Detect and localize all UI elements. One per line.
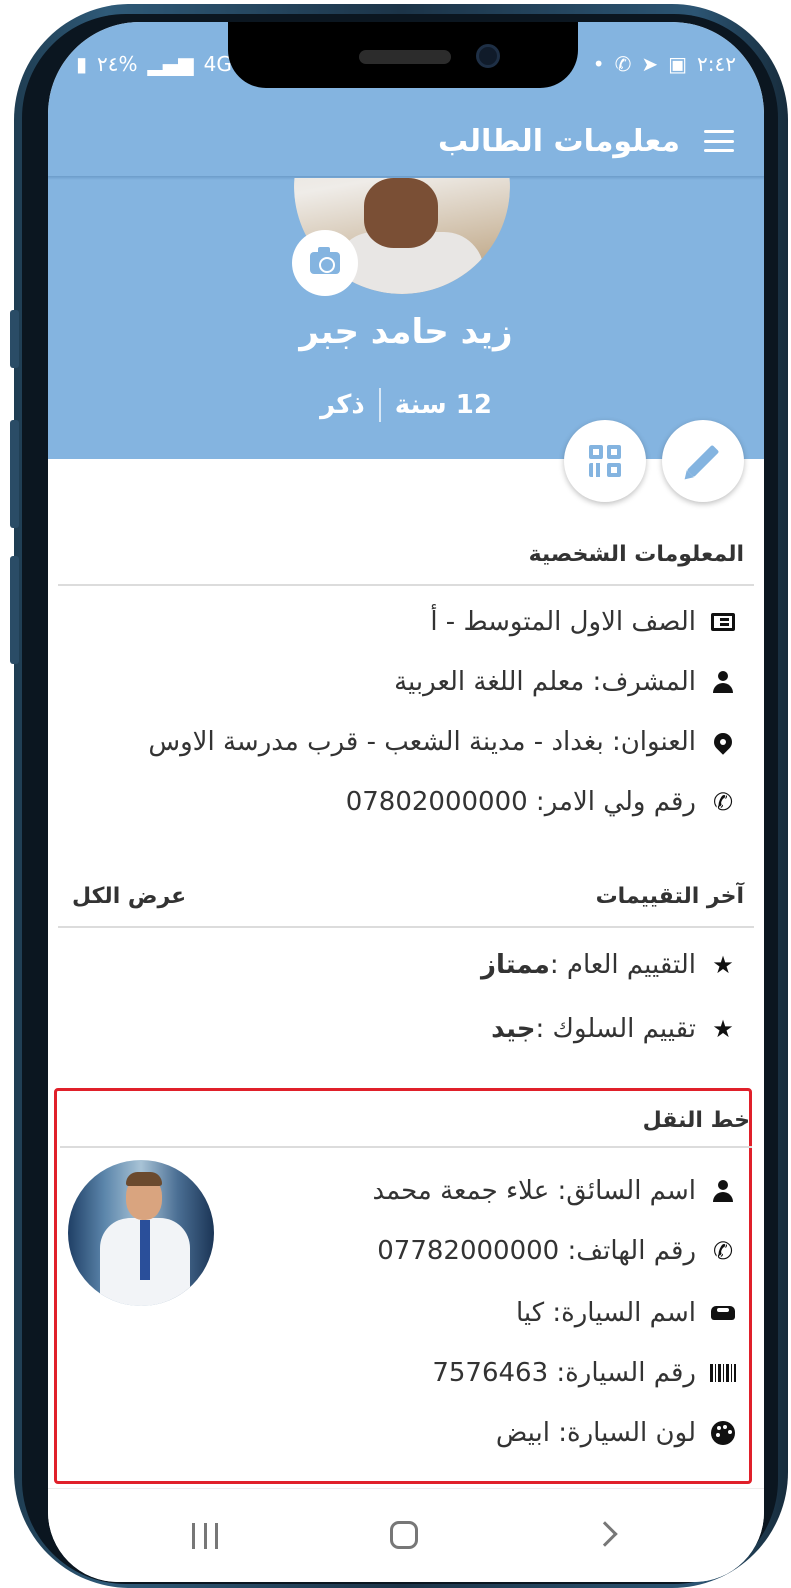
behavior-rating-row: ★ تقييم السلوك : جيد — [491, 1014, 736, 1044]
student-gender: ذكر — [320, 390, 365, 420]
qr-code-icon — [589, 445, 621, 477]
meta-divider — [378, 388, 381, 422]
barcode-icon — [710, 1360, 736, 1386]
star-icon: ★ — [712, 951, 734, 979]
supervisor-text: المشرف: معلم اللغة العربية — [394, 667, 696, 697]
notification-dot-icon: • — [592, 52, 605, 76]
general-rating-label: التقييم العام : — [549, 950, 696, 980]
app-bar: معلومات الطالب — [48, 104, 764, 178]
behavior-rating-label: تقييم السلوك : — [535, 1014, 696, 1044]
back-button[interactable] — [592, 1521, 618, 1547]
driver-name-text: اسم السائق: علاء جمعة محمد — [372, 1176, 696, 1206]
phone-icon: ✆ — [712, 1237, 734, 1265]
transport-divider — [60, 1146, 752, 1148]
driver-name-row: اسم السائق: علاء جمعة محمد — [372, 1176, 736, 1206]
app-title: معلومات الطالب — [437, 123, 680, 159]
car-number-text: رقم السيارة: 7576463 — [432, 1358, 696, 1388]
signal-icon: ▂▄▆ — [147, 52, 194, 76]
driver-avatar — [68, 1160, 214, 1306]
phone-volume-down-button — [10, 556, 19, 664]
supervisor-icon — [710, 669, 736, 695]
gallery-icon: ▣ — [668, 52, 688, 76]
person-icon — [710, 1178, 736, 1204]
whatsapp-icon: ✆ — [614, 52, 632, 76]
class-row: الصف الاول المتوسط - أ — [430, 607, 736, 637]
evaluations-title: آخر التقييمات — [595, 884, 744, 909]
view-all-link[interactable]: عرض الكل — [72, 884, 186, 909]
camera-notch — [228, 22, 578, 88]
general-rating-row: ★ التقييم العام : ممتاز — [481, 950, 736, 980]
car-name-text: اسم السيارة: كيا — [515, 1298, 696, 1328]
evaluations-divider — [58, 926, 754, 928]
guardian-phone-text: رقم ولي الامر: 07802000000 — [345, 787, 696, 817]
camera-icon — [310, 247, 340, 274]
general-rating-value: ممتاز — [480, 950, 550, 980]
car-color-row: لون السيارة: ابيض — [496, 1418, 736, 1448]
location-pin-icon — [710, 729, 736, 755]
palette-icon — [710, 1420, 736, 1446]
personal-info-divider — [58, 584, 754, 586]
battery-icon: ▮ — [76, 52, 88, 76]
guardian-phone-row[interactable]: ✆ رقم ولي الامر: 07802000000 — [346, 787, 736, 817]
clock: ٢:٤٢ — [697, 52, 736, 76]
transport-title: خط النقل — [642, 1108, 750, 1133]
earpiece-speaker — [359, 50, 451, 64]
change-photo-button[interactable] — [292, 230, 358, 296]
phone-icon: ✆ — [712, 788, 734, 816]
status-right: • ✆ ➤ ▣ ٢:٤٢ — [593, 52, 736, 76]
behavior-rating-value: جيد — [491, 1014, 536, 1044]
pencil-icon — [686, 444, 720, 478]
car-number-row: رقم السيارة: 7576463 — [432, 1358, 736, 1388]
phone-side-button — [10, 310, 19, 368]
personal-info-title: المعلومات الشخصية — [528, 542, 744, 567]
driver-phone-row[interactable]: ✆ رقم الهاتف: 07782000000 — [377, 1236, 736, 1266]
battery-level: ٢٤% — [97, 52, 138, 76]
telegram-icon: ➤ — [641, 52, 659, 76]
student-name: زيد حامد جبر — [299, 312, 513, 352]
classroom-icon — [710, 609, 736, 635]
hamburger-menu-icon[interactable] — [704, 130, 734, 152]
edit-button[interactable] — [662, 420, 744, 502]
star-icon: ★ — [712, 1015, 734, 1043]
qr-code-button[interactable] — [564, 420, 646, 502]
address-row: العنوان: بغداد - مدينة الشعب - قرب مدرسة… — [148, 727, 736, 757]
supervisor-row: المشرف: معلم اللغة العربية — [394, 667, 736, 697]
front-camera — [476, 44, 500, 68]
car-name-row: اسم السيارة: كيا — [516, 1298, 736, 1328]
phone-screen: ▮ ٢٤% ▂▄▆ 4G ▂▄▆ • ✆ ➤ ▣ ٢:٤٢ معلومات ال… — [48, 22, 764, 1582]
car-icon — [710, 1300, 736, 1326]
class-text: الصف الاول المتوسط - أ — [430, 607, 696, 637]
recent-apps-button[interactable] — [192, 1523, 218, 1549]
address-text: العنوان: بغداد - مدينة الشعب - قرب مدرسة… — [148, 727, 696, 757]
student-age: 12 سنة — [394, 390, 492, 420]
student-meta: 12 سنة ذكر — [48, 388, 764, 422]
home-button[interactable] — [390, 1521, 418, 1549]
phone-volume-up-button — [10, 420, 19, 528]
system-navigation-bar — [48, 1488, 764, 1582]
driver-phone-text: رقم الهاتف: 07782000000 — [377, 1236, 696, 1266]
car-color-text: لون السيارة: ابيض — [495, 1418, 696, 1448]
